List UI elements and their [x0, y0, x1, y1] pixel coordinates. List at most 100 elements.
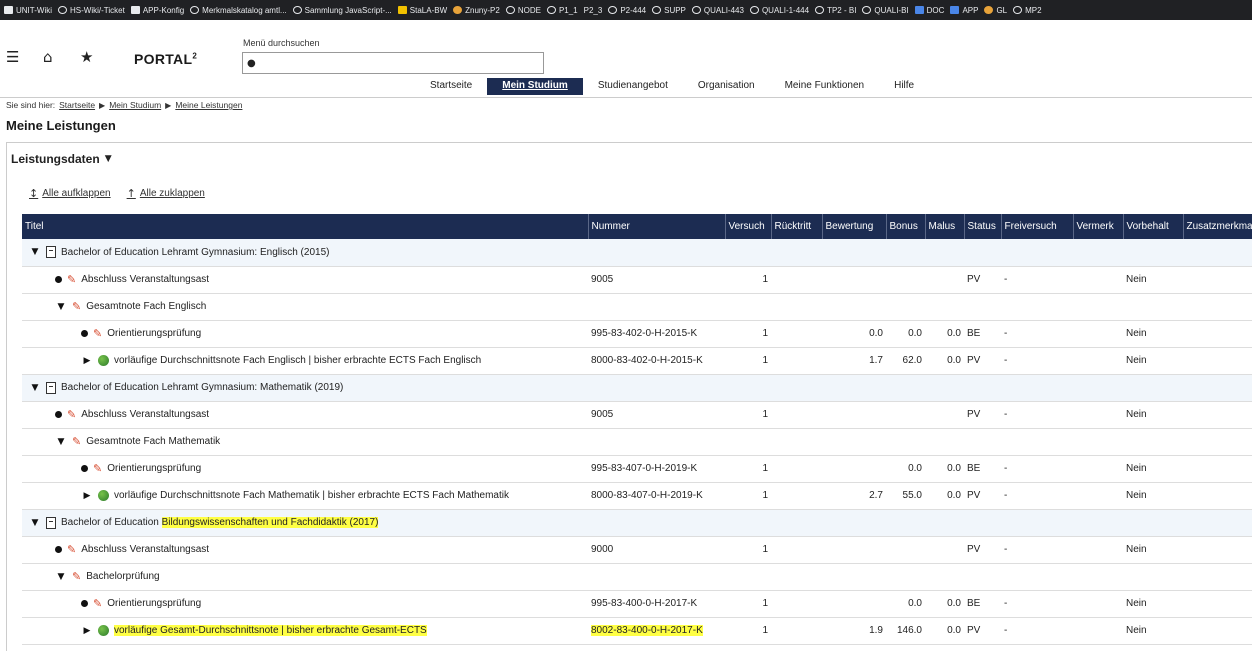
bookmark-item[interactable]: SUPP [652, 6, 686, 15]
row-title: Bachelor of Education Bildungswissenscha… [61, 517, 379, 528]
cell-ruecktritt [771, 239, 822, 267]
table-row[interactable]: ✎ Abschluss Veranstaltungsast 9005 1 PV - Nein [22, 266, 1252, 294]
column-header[interactable]: Status [964, 214, 1002, 239]
bookmark-item[interactable]: P2_3 [584, 6, 603, 15]
star-icon[interactable]: ★ [80, 50, 93, 65]
collapse-toggle-icon[interactable]: ▼ [55, 437, 67, 447]
table-row[interactable]: ▼ Bachelor of Education Bildungswissensch… [22, 509, 1252, 537]
column-header[interactable]: Bewertung [822, 214, 887, 239]
collapse-toggle-icon[interactable]: ▼ [55, 572, 67, 582]
nav-item-hilfe[interactable]: Hilfe [879, 78, 929, 95]
table-row[interactable]: ▶ vorläufige Gesamt-Durchschnittsnote | b… [22, 617, 1252, 645]
collapse-toggle-icon[interactable]: ▼ [29, 247, 41, 257]
bookmark-item[interactable]: APP-Konfig [130, 6, 184, 15]
expand-toggle-icon[interactable]: ▶ [81, 356, 93, 366]
exam-tag-icon: ✎ [72, 570, 82, 583]
cell-value: 1 [762, 274, 768, 285]
table-row[interactable]: ✎ Orientierungsprüfung 995-83-407-0-H-2019… [22, 455, 1252, 483]
expand-toggle-icon[interactable]: ▶ [81, 626, 93, 636]
table-row[interactable]: ✎ Abschluss Veranstaltungsast 9000 1 PV - Nein [22, 536, 1252, 564]
bookmark-item[interactable]: StaLA-BW [397, 6, 447, 15]
column-header[interactable]: Malus [925, 214, 965, 239]
table-row[interactable]: ▶ vorläufige Durchschnittsnote Fach Engli… [22, 347, 1252, 375]
cell-vermerk [1073, 455, 1123, 483]
globe-icon [608, 6, 618, 14]
globe-icon [190, 6, 200, 14]
row-title: Orientierungsprüfung [107, 463, 202, 474]
table-row[interactable]: ▼ ✎ Gesamtnote Fach Mathematik [22, 428, 1252, 456]
column-header[interactable]: Vorbehalt [1123, 214, 1184, 239]
cell-ruecktritt [771, 428, 822, 456]
row-title-text: Bachelor of Education [61, 517, 162, 528]
bookmark-item[interactable]: MP2 [1013, 6, 1042, 15]
bookmark-item[interactable]: TP2 - BI [815, 6, 856, 15]
column-header[interactable]: Titel [22, 214, 589, 239]
nav-item-studienangebot[interactable]: Studienangebot [583, 78, 683, 95]
breadcrumb-mein-studium[interactable]: Mein Studium [109, 100, 161, 110]
exam-tag-icon: ✎ [93, 462, 103, 475]
exam-tag-icon: ✎ [72, 435, 82, 448]
breadcrumb-startseite[interactable]: Startseite [59, 100, 95, 110]
globe-icon [1013, 6, 1023, 14]
cell-ruecktritt [771, 536, 822, 564]
column-header[interactable]: Vermerk [1073, 214, 1124, 239]
bookmark-item[interactable]: GL [984, 6, 1007, 15]
table-row[interactable]: ▼ Bachelor of Education Lehramt Gymnasium… [22, 374, 1252, 402]
collapse-all-button[interactable]: ↑ Alle zuklappen [127, 187, 205, 200]
home-icon[interactable]: ⌂ [43, 50, 53, 65]
table-row[interactable]: ✎ Orientierungsprüfung 995-83-402-0-H-2015… [22, 320, 1252, 348]
cell-bonus: 0.0 [886, 320, 925, 348]
bookmark-item[interactable]: QUALI-BI [862, 6, 909, 15]
bookmark-item[interactable]: P1_1 [546, 6, 578, 15]
table-row[interactable]: ✎ Orientierungsprüfung 995-83-400-0-H-2017… [22, 590, 1252, 618]
table-row[interactable]: ▶ vorläufige Durchschnittsnote Fach Mathe… [22, 482, 1252, 510]
table-row[interactable]: ▼ Bachelor of Education Lehramt Gymnasium… [22, 239, 1252, 267]
bookmark-item[interactable]: HS-Wiki/-Ticket [58, 6, 125, 15]
bookmark-item[interactable]: UNIT-Wiki [4, 6, 52, 15]
portal-logo[interactable]: PORTAL2 [134, 51, 197, 67]
cell-value: Nein [1126, 355, 1147, 366]
bookmark-item[interactable]: Znuny-P2 [453, 6, 500, 15]
bookmark-item[interactable]: DOC [914, 6, 944, 15]
nav-item-organisation[interactable]: Organisation [683, 78, 770, 95]
column-header[interactable]: Zusatzmerkmal [1183, 214, 1252, 239]
table-row[interactable]: ✎ Abschluss Veranstaltungsast 9005 1 PV - Nein [22, 401, 1252, 429]
cell-freiversuch [1001, 428, 1073, 456]
bookmark-item[interactable]: Merkmalskatalog amtl... [190, 6, 287, 15]
column-header[interactable]: Rücktritt [771, 214, 823, 239]
exam-tag-icon: ✎ [93, 597, 103, 610]
bookmark-item[interactable]: P2-444 [608, 6, 646, 15]
cell-bonus [886, 563, 925, 591]
search-field[interactable]: ● [242, 52, 544, 74]
cell-bonus [886, 239, 925, 267]
bookmark-item[interactable]: APP [950, 6, 978, 15]
collapse-toggle-icon[interactable]: ▼ [29, 518, 41, 528]
collapse-toggle-icon[interactable]: ▼ [55, 302, 67, 312]
nav-item-mein-studium[interactable]: Mein Studium [487, 78, 583, 95]
column-header[interactable]: Versuch [725, 214, 772, 239]
cell-value: 2.7 [869, 490, 883, 501]
nav-item-meine-funktionen[interactable]: Meine Funktionen [770, 78, 880, 95]
search-input[interactable] [259, 54, 540, 72]
menu-icon[interactable]: ☰ [6, 50, 19, 65]
bookmark-item[interactable]: QUALI-1-444 [749, 6, 809, 15]
nav-item-startseite[interactable]: Startseite [415, 78, 487, 95]
collapse-toggle-icon[interactable]: ▼ [29, 383, 41, 393]
column-header[interactable]: Bonus [886, 214, 926, 239]
column-header[interactable]: Freiversuch [1001, 214, 1074, 239]
bookmark-item[interactable]: Sammlung JavaScript-... [292, 6, 392, 15]
cell-value: 0.0 [947, 598, 961, 609]
expand-all-button[interactable]: ↕ Alle aufklappen [29, 187, 111, 200]
breadcrumb-meine-leistungen[interactable]: Meine Leistungen [175, 100, 242, 110]
document-icon [46, 246, 56, 259]
column-header[interactable]: Nummer [588, 214, 726, 239]
bookmark-icon [914, 6, 924, 14]
expand-toggle-icon[interactable]: ▶ [81, 491, 93, 501]
section-toggle[interactable]: Leistungsdaten ▼ [11, 152, 112, 166]
bookmark-item[interactable]: QUALI-443 [691, 6, 744, 15]
bookmark-item[interactable]: NODE [505, 6, 541, 15]
globe-icon [652, 6, 662, 14]
table-row[interactable]: ▼ ✎ Bachelorprüfung [22, 563, 1252, 591]
cell-vermerk [1073, 401, 1123, 429]
table-row[interactable]: ▼ ✎ Gesamtnote Fach Englisch [22, 293, 1252, 321]
